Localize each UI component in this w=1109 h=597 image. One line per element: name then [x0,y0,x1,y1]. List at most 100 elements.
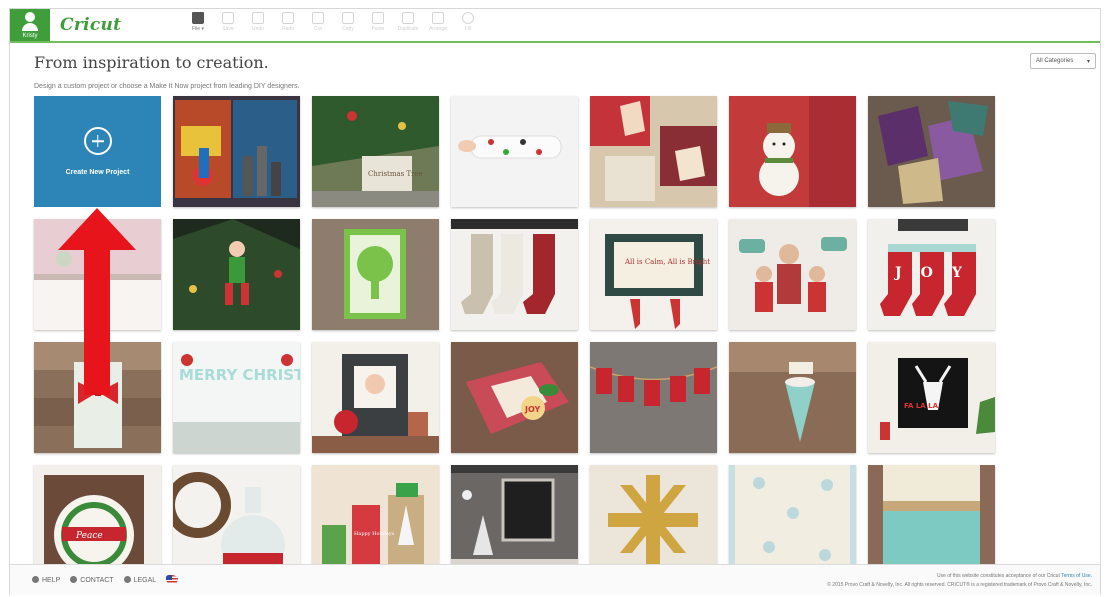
duplicate-label: Duplicate [397,26,419,32]
project-thumbnail [729,219,856,330]
redo-label: Redo [282,26,294,32]
project-tile-elf-ornament-tree[interactable] [173,219,300,330]
tile-text: JOY [893,265,981,281]
project-tile-paper-cone-treat[interactable] [729,342,856,453]
project-thumbnail [868,465,995,576]
project-tile-peace-wreath-sign[interactable]: Peace [34,465,161,576]
project-tile-arm-warmer-sleeve[interactable] [451,96,578,207]
copy-button[interactable]: Copy [336,12,360,32]
help-label: HELP [42,576,61,584]
tile-text: JOY [524,405,540,414]
project-thumbnail [34,342,161,453]
tile-text: All is Calm, All is Bright [624,258,710,266]
page-title: From inspiration to creation. [34,53,269,72]
copyright-text: © 2015 Provo Craft & Novelty, Inc. All r… [827,582,1092,588]
cricut-logo[interactable]: Cricut [60,15,121,35]
help-icon [32,575,39,583]
project-tile-gift-wrap-tags[interactable] [590,96,717,207]
duplicate-icon [402,12,414,24]
project-thumbnail [173,219,300,330]
page-subtitle: Design a custom project or choose a Make… [34,83,300,90]
contact-link[interactable]: CONTACT [70,575,114,584]
project-tile-geometric-pouches[interactable] [868,96,995,207]
folder-icon [192,12,204,24]
legal-link[interactable]: LEGAL [123,575,156,584]
contact-label: CONTACT [80,576,114,584]
project-tile-wood-bow-gift[interactable] [34,342,161,453]
project-thumbnail [729,465,856,576]
project-thumbnail [590,465,717,576]
project-tile-holiday-gift-bags[interactable]: Happy Holidays [312,465,439,576]
fill-button[interactable]: Fill [456,12,480,32]
project-thumbnail [868,96,995,207]
toolbar-buttons: File ▾ Save Undo Redo Cut Copy Paste Dup… [186,12,480,32]
undo-label: Undo [252,26,264,32]
project-tile-red-pennant-banner[interactable] [590,342,717,453]
tile-text: FA LA LA [904,402,939,410]
project-tile-joy-stockings[interactable]: JOY [868,219,995,330]
arrange-button[interactable]: Arrange [426,12,450,32]
project-tile-family-photo-props[interactable] [729,219,856,330]
project-thumbnail: All is Calm, All is Bright [590,219,717,330]
project-tile-chalkboard-mantel[interactable] [451,465,578,576]
project-thumbnail [173,96,300,207]
project-thumbnail [729,96,856,207]
terms-of-use-link[interactable]: Terms of Use. [1061,573,1092,579]
save-icon [222,12,234,24]
user-avatar-icon [25,11,35,22]
create-new-project-label: Create New Project [65,169,130,176]
save-label: Save [222,26,234,32]
project-thumbnail: Peace [34,465,161,576]
project-tile-lace-gift-box[interactable] [868,465,995,576]
cut-icon [312,12,324,24]
project-tile-snowman-gift-tag[interactable] [729,96,856,207]
project-tile-knit-stockings[interactable] [451,219,578,330]
arrange-icon [432,12,444,24]
tile-text: Happy Holidays [354,531,395,537]
plus-circle-icon [83,127,112,155]
chat-icon [70,575,78,583]
tile-text: Christmas Tree [368,170,423,178]
paste-icon [372,12,384,24]
project-tile-joy-gift-box[interactable]: JOY [451,342,578,453]
cut-button[interactable]: Cut [306,12,330,32]
paste-button[interactable]: Paste [366,12,390,32]
project-thumbnail [34,219,161,330]
tile-text: Peace [75,531,103,541]
category-select-value: All Categories [1036,58,1074,64]
copy-icon [342,12,354,24]
project-tile-snowflake-garland[interactable] [729,465,856,576]
user-menu[interactable]: Kristy [10,9,50,41]
project-tile-all-is-calm-frame[interactable]: All is Calm, All is Bright [590,219,717,330]
project-thumbnail [312,219,439,330]
help-link[interactable]: HELP [32,575,61,584]
user-avatar-body [22,22,38,31]
project-tile-glass-jug-wreath[interactable] [173,465,300,576]
project-thumbnail: Christmas Tree [312,96,439,207]
project-tile-superhero-collage[interactable] [173,96,300,207]
project-tile-green-tree-card[interactable] [312,219,439,330]
fill-label: Fill [464,26,472,32]
save-button[interactable]: Save [216,12,240,32]
category-select[interactable]: All Categories ▾ [1030,53,1096,69]
app-window: Kristy Cricut File ▾ Save Undo Redo Cut … [9,8,1101,595]
create-new-project-tile[interactable]: Create New Project [34,96,161,207]
project-tile-merry-christmas-banner[interactable]: MERRY CHRISTMAS [173,342,300,453]
redo-icon [282,12,294,24]
redo-button[interactable]: Redo [276,12,300,32]
project-tile-gold-snowflake-mat[interactable] [590,465,717,576]
info-icon [123,575,131,583]
chevron-down-icon: ▾ [1086,58,1090,65]
us-flag-icon[interactable] [166,575,179,584]
project-tile-fa-la-la-reindeer[interactable]: FA LA LA [868,342,995,453]
project-thumbnail [451,219,578,330]
project-tile-christmas-tree-gift-tags[interactable]: Christmas Tree [312,96,439,207]
project-thumbnail: FA LA LA [868,342,995,453]
undo-button[interactable]: Undo [246,12,270,32]
project-grid: Create New Project Christmas Tree All is… [34,96,995,576]
file-menu-button[interactable]: File ▾ [186,12,210,32]
duplicate-button[interactable]: Duplicate [396,12,420,32]
project-tile-wood-photo-frame[interactable] [312,342,439,453]
copy-label: Copy [342,26,354,32]
project-tile-pink-wall-shelf[interactable] [34,219,161,330]
